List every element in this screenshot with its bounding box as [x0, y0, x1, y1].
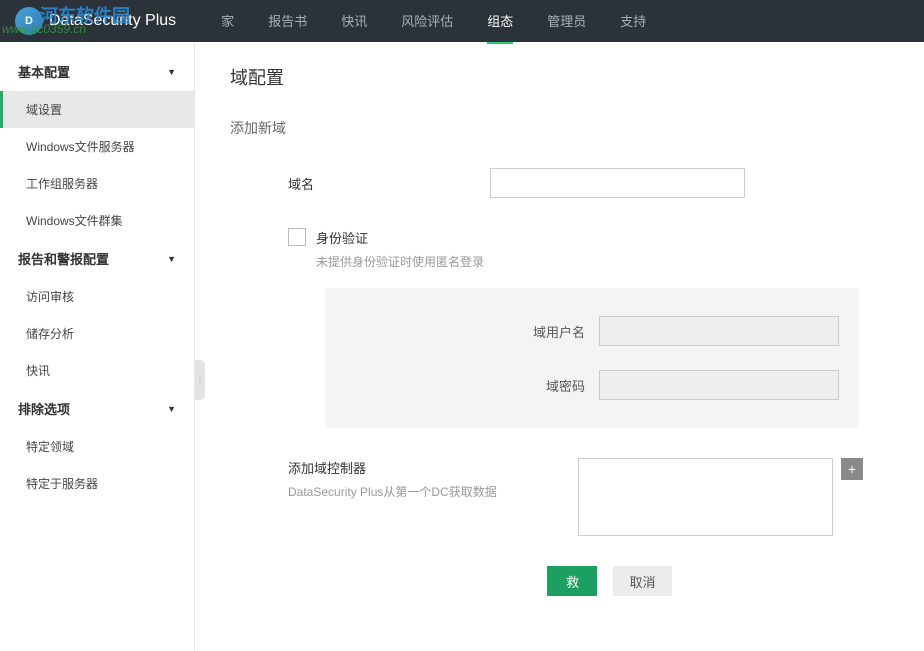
sidebar-group-label: 基本配置: [18, 62, 70, 81]
domain-name-label: 域名: [230, 174, 490, 193]
save-button[interactable]: 救: [547, 566, 597, 596]
domain-controller-row: 添加域控制器 DataSecurity Plus从第一个DC获取数据 +: [230, 458, 889, 536]
sidebar-item-specific-domain[interactable]: 特定领域: [0, 428, 194, 465]
username-input[interactable]: [599, 316, 839, 346]
page-title: 域配置: [230, 64, 889, 90]
authentication-checkbox[interactable]: [288, 228, 306, 246]
main-content: 域配置 添加新域 域名 身份验证 未提供身份验证时使用匿名登录 域用户名 域密码: [195, 42, 924, 651]
nav-admin[interactable]: 管理员: [547, 0, 586, 44]
domain-name-input[interactable]: [490, 168, 745, 198]
password-row: 域密码: [345, 370, 839, 400]
top-bar: D DataSecurity Plus 家 报告书 快讯 风险评估 组态 管理员…: [0, 0, 924, 42]
section-title: 添加新域: [230, 118, 889, 138]
button-row: 救 取消: [230, 566, 889, 596]
nav-configuration[interactable]: 组态: [487, 0, 513, 44]
top-nav: 家 报告书 快讯 风险评估 组态 管理员 支持: [221, 0, 646, 44]
sidebar-item-specific-server[interactable]: 特定于服务器: [0, 465, 194, 502]
cancel-button[interactable]: 取消: [613, 566, 671, 596]
sidebar-group-label: 排除选项: [18, 399, 70, 418]
sidebar-item-storage-analysis[interactable]: 储存分析: [0, 315, 194, 352]
sidebar-group-exclusions[interactable]: 排除选项 ▼: [0, 389, 194, 428]
chevron-down-icon: ▼: [167, 67, 176, 77]
authentication-row: 身份验证 未提供身份验证时使用匿名登录: [230, 228, 889, 270]
domain-name-row: 域名: [230, 168, 889, 198]
sidebar-item-workgroup-server[interactable]: 工作组服务器: [0, 165, 194, 202]
sidebar-item-domain-settings[interactable]: 域设置: [0, 91, 194, 128]
dc-hint: DataSecurity Plus从第一个DC获取数据: [288, 483, 578, 500]
nav-reports[interactable]: 报告书: [268, 0, 307, 44]
dc-label: 添加域控制器: [288, 458, 578, 477]
nav-alerts[interactable]: 快讯: [341, 0, 367, 44]
plus-icon: +: [848, 461, 856, 477]
sidebar-item-access-audit[interactable]: 访问审核: [0, 278, 194, 315]
password-input[interactable]: [599, 370, 839, 400]
username-label: 域用户名: [533, 322, 585, 341]
add-dc-button[interactable]: +: [841, 458, 863, 480]
chevron-down-icon: ▼: [167, 404, 176, 414]
sidebar-item-alerts[interactable]: 快讯: [0, 352, 194, 389]
nav-support[interactable]: 支持: [620, 0, 646, 44]
username-row: 域用户名: [345, 316, 839, 346]
authentication-label: 身份验证: [316, 228, 484, 247]
sidebar-collapse-handle[interactable]: ⋮: [195, 360, 205, 400]
credentials-box: 域用户名 域密码: [325, 288, 859, 428]
nav-home[interactable]: 家: [221, 0, 234, 44]
sidebar-item-windows-cluster[interactable]: Windows文件群集: [0, 202, 194, 239]
sidebar-item-windows-file-server[interactable]: Windows文件服务器: [0, 128, 194, 165]
watermark-url: www.pc0359.cn: [2, 22, 86, 36]
sidebar: 基本配置 ▼ 域设置 Windows文件服务器 工作组服务器 Windows文件…: [0, 42, 195, 651]
password-label: 域密码: [546, 376, 585, 395]
sidebar-group-label: 报告和警报配置: [18, 249, 109, 268]
dc-textarea[interactable]: [578, 458, 833, 536]
sidebar-group-reports[interactable]: 报告和警报配置 ▼: [0, 239, 194, 278]
authentication-hint: 未提供身份验证时使用匿名登录: [316, 253, 484, 270]
nav-risk[interactable]: 风险评估: [401, 0, 453, 44]
chevron-down-icon: ▼: [167, 254, 176, 264]
sidebar-group-basic[interactable]: 基本配置 ▼: [0, 52, 194, 91]
